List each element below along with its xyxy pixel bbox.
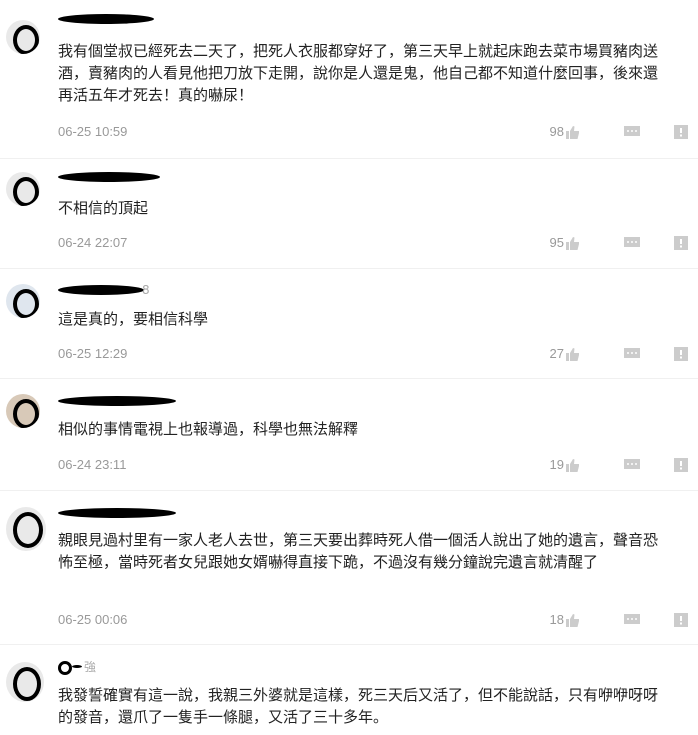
comment-time: 06-25 00:06 (58, 612, 128, 627)
reply-icon[interactable] (624, 126, 640, 138)
thumbs-up-icon[interactable] (566, 236, 580, 250)
comment-actions: 19 (488, 457, 688, 473)
report-icon[interactable] (674, 125, 688, 139)
thumbs-up-icon[interactable] (566, 458, 580, 472)
like-count: 27 (549, 346, 564, 361)
like-count: 19 (549, 457, 564, 472)
like-count: 98 (549, 124, 564, 139)
avatar[interactable] (6, 284, 40, 318)
reply-icon[interactable] (624, 237, 640, 249)
report-icon[interactable] (674, 236, 688, 250)
divider (0, 268, 698, 269)
like-count: 95 (549, 235, 564, 250)
comment-time: 06-25 10:59 (58, 124, 128, 139)
comment-text: 不相信的頂起 (58, 199, 149, 217)
thumbs-up-icon[interactable] (566, 125, 580, 139)
username-redacted-dot[interactable] (58, 661, 72, 675)
reply-icon[interactable] (624, 614, 640, 626)
report-icon[interactable] (674, 613, 688, 627)
thumbs-up-icon[interactable] (566, 347, 580, 361)
comment-text: 親眼見過村里有一家人老人去世，第三天要出葬時死人借一個活人說出了她的遺言，聲音恐… (58, 531, 659, 571)
avatar[interactable] (6, 20, 40, 54)
thumbs-up-icon[interactable] (566, 613, 580, 627)
report-icon[interactable] (674, 347, 688, 361)
comment-actions: 98 (488, 124, 688, 140)
avatar[interactable] (6, 172, 40, 206)
comment-time: 06-24 22:07 (58, 235, 128, 250)
comment-actions: 95 (488, 235, 688, 251)
username-redacted[interactable] (58, 14, 154, 24)
divider (0, 378, 698, 379)
comment-time: 06-25 12:29 (58, 346, 128, 361)
avatar[interactable] (6, 662, 44, 702)
username-redacted[interactable] (58, 396, 176, 406)
reply-icon[interactable] (624, 459, 640, 471)
avatar[interactable] (6, 394, 40, 428)
divider (0, 158, 698, 159)
username-redacted[interactable] (58, 508, 176, 518)
username-tail: 強 (84, 660, 97, 674)
comment-text: 這是真的，要相信科學 (58, 310, 209, 328)
comment-actions: 18 (488, 612, 688, 628)
username-redacted[interactable] (58, 285, 144, 295)
reply-icon[interactable] (624, 348, 640, 360)
report-icon[interactable] (674, 458, 688, 472)
divider (0, 490, 698, 491)
username-redacted[interactable] (58, 172, 160, 182)
username-tail: 8 (142, 283, 150, 297)
divider (0, 644, 698, 645)
like-count: 18 (549, 612, 564, 627)
comment-text: 相似的事情電視上也報導過，科學也無法解釋 (58, 420, 359, 438)
avatar[interactable] (6, 507, 46, 551)
comment-text: 我有個堂叔已經死去二天了，把死人衣服都穿好了，第三天早上就起床跑去菜市場買豬肉送… (58, 42, 659, 104)
username-redacted[interactable] (72, 665, 82, 668)
comment-actions: 27 (488, 346, 688, 362)
comment-text: 我發誓確實有這一說，我親三外婆就是這樣，死三天后又活了，但不能說話，只有咿咿呀呀… (58, 686, 659, 726)
comment-time: 06-24 23:11 (58, 457, 127, 472)
